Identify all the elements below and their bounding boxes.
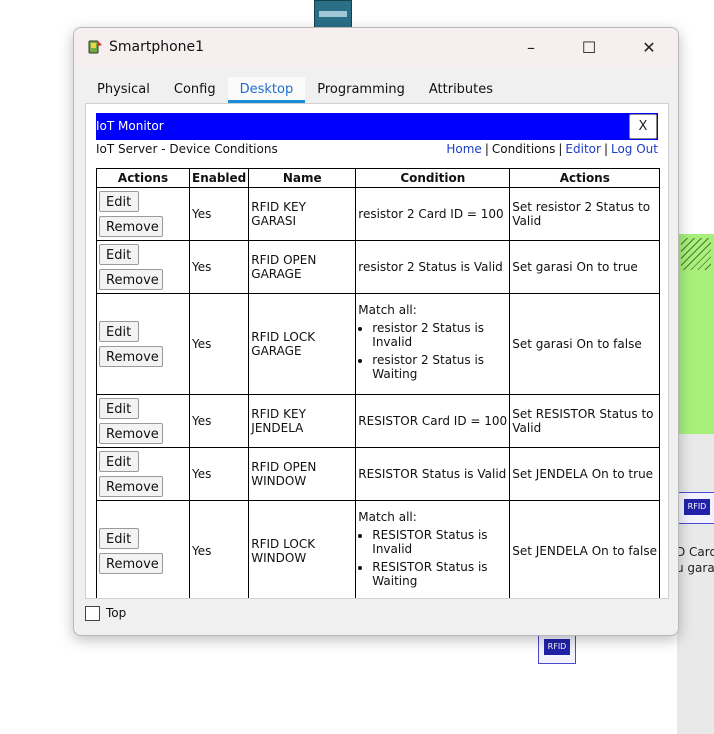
enabled-cell: Yes: [188, 500, 250, 598]
action-cell: Set JENDELA On to true: [509, 447, 661, 501]
action-cell: Set garasi On to false: [509, 293, 661, 395]
name-cell: RFID OPEN WINDOW: [248, 447, 357, 501]
remove-button[interactable]: Remove: [99, 216, 163, 237]
edit-button[interactable]: Edit: [99, 451, 139, 472]
iot-monitor-title: IoT Monitor: [96, 119, 164, 133]
match-all-label: Match all:: [358, 303, 417, 317]
background-device: [314, 0, 352, 30]
remove-button[interactable]: Remove: [99, 269, 163, 290]
conditions-table: Actions Enabled Name Condition Actions E…: [96, 168, 661, 598]
condition-item: resistor 2 Status is Invalid: [372, 321, 507, 349]
maximize-button[interactable]: ☐: [560, 28, 618, 66]
condition-item: RESISTOR Status is Invalid: [372, 528, 507, 556]
header-enabled: Enabled: [188, 168, 250, 188]
tab-physical[interactable]: Physical: [85, 77, 162, 103]
condition-cell: RESISTOR Status is Valid: [355, 447, 511, 501]
nav-conditions-current: Conditions: [491, 142, 556, 156]
condition-cell: resistor 2 Status is Valid: [355, 240, 511, 294]
tab-attributes[interactable]: Attributes: [416, 77, 506, 103]
enabled-cell: Yes: [188, 447, 250, 501]
iot-monitor-header: IoT Monitor X: [96, 113, 658, 140]
table-row: Edit Remove Yes RFID LOCK GARAGE Match al…: [96, 293, 661, 395]
condition-cell: resistor 2 Card ID = 100: [355, 187, 511, 241]
tab-bar: Physical Config Desktop Programming Attr…: [85, 77, 506, 103]
remove-button[interactable]: Remove: [99, 553, 163, 574]
enabled-cell: Yes: [188, 240, 250, 294]
close-button[interactable]: ✕: [620, 28, 678, 66]
enabled-cell: Yes: [188, 394, 250, 448]
table-header-row: Actions Enabled Name Condition Actions: [96, 168, 661, 188]
name-cell: RFID OPEN GARAGE: [248, 240, 357, 294]
rfid-badge: RFID: [684, 499, 710, 515]
action-cell: Set garasi On to true: [509, 240, 661, 294]
header-condition: Condition: [355, 168, 511, 188]
remove-button[interactable]: Remove: [99, 476, 163, 497]
tab-desktop[interactable]: Desktop: [227, 77, 306, 103]
rfid-badge-bottom: RFID: [544, 639, 570, 655]
top-checkbox-row: Top: [85, 606, 126, 621]
background-rfid-reader-bottom: RFID: [538, 632, 576, 664]
edit-button[interactable]: Edit: [99, 321, 139, 342]
name-cell: RFID LOCK GARAGE: [248, 293, 357, 395]
iot-monitor-close-button[interactable]: X: [629, 114, 657, 139]
nav-logout-link[interactable]: Log Out: [611, 142, 658, 156]
enabled-cell: Yes: [188, 293, 250, 395]
background-label-1: D Card: [676, 545, 714, 559]
table-row: Edit Remove Yes RFID KEY JENDELA RESISTOR…: [96, 394, 661, 448]
condition-list: resistor 2 Status is Invalid resistor 2 …: [358, 321, 507, 381]
condition-cell: Match all: RESISTOR Status is Invalid RE…: [355, 500, 511, 598]
window-title: Smartphone1: [109, 39, 205, 55]
header-actions: Actions: [96, 168, 190, 188]
top-checkbox[interactable]: [85, 606, 100, 621]
condition-item: resistor 2 Status is Waiting: [372, 353, 507, 381]
table-row: Edit Remove Yes RFID OPEN GARAGE resistor…: [96, 240, 661, 294]
edit-button[interactable]: Edit: [99, 528, 139, 549]
header-name: Name: [248, 168, 357, 188]
condition-cell: RESISTOR Card ID = 100: [355, 394, 511, 448]
match-all-label: Match all:: [358, 510, 417, 524]
name-cell: RFID KEY JENDELA: [248, 394, 357, 448]
edit-button[interactable]: Edit: [99, 191, 139, 212]
table-row: Edit Remove Yes RFID OPEN WINDOW RESISTOR…: [96, 447, 661, 501]
action-cell: Set RESISTOR Status to Valid: [509, 394, 661, 448]
enabled-cell: Yes: [188, 187, 250, 241]
condition-list: RESISTOR Status is Invalid RESISTOR Stat…: [358, 528, 507, 588]
nav-links: Home | Conditions | Editor | Log Out: [446, 142, 658, 156]
edit-button[interactable]: Edit: [99, 244, 139, 265]
minimize-button[interactable]: –: [502, 28, 560, 66]
top-checkbox-label: Top: [106, 606, 127, 620]
page-subtitle: IoT Server - Device Conditions: [96, 142, 278, 156]
action-cell: Set JENDELA On to false: [509, 500, 661, 598]
nav-editor-link[interactable]: Editor: [565, 142, 601, 156]
table-row: Edit Remove Yes RFID KEY GARASI resistor …: [96, 187, 661, 241]
edit-button[interactable]: Edit: [99, 398, 139, 419]
remove-button[interactable]: Remove: [99, 423, 163, 444]
tab-programming[interactable]: Programming: [305, 77, 417, 103]
name-cell: RFID KEY GARASI: [248, 187, 357, 241]
desktop-content: IoT Monitor X IoT Server - Device Condit…: [85, 103, 669, 599]
tab-config[interactable]: Config: [161, 77, 228, 103]
smartphone-window: Smartphone1 – ☐ ✕ Physical Config Deskto…: [73, 27, 679, 636]
title-bar[interactable]: Smartphone1 – ☐ ✕: [74, 28, 678, 66]
server-subheader: IoT Server - Device Conditions Home | Cond…: [96, 142, 658, 160]
action-cell: Set resistor 2 Status to Valid: [509, 187, 661, 241]
background-rfid-reader: RFID: [678, 492, 714, 524]
table-row: Edit Remove Yes RFID LOCK WINDOW Match al…: [96, 500, 661, 598]
condition-cell: Match all: resistor 2 Status is Invalid …: [355, 293, 511, 395]
header-actions-set: Actions: [509, 168, 661, 188]
name-cell: RFID LOCK WINDOW: [248, 500, 357, 598]
remove-button[interactable]: Remove: [99, 346, 163, 367]
condition-item: RESISTOR Status is Waiting: [372, 560, 507, 588]
background-label-2: u garas: [676, 561, 714, 575]
nav-home-link[interactable]: Home: [446, 142, 481, 156]
smartphone-app-icon: [88, 40, 102, 54]
